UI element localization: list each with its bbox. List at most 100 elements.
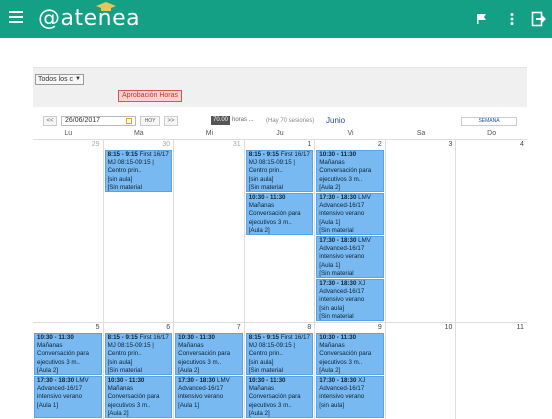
calendar-event[interactable]: 10:30 - 11:30 Mañanas Conversación para e… — [175, 333, 243, 375]
calendar-day-cell[interactable]: 1 8:15 - 9:15 First 16/17 MJ 08:15-09:15 |… — [245, 140, 316, 322]
event-detail: Mañanas — [107, 385, 134, 393]
calendar-event[interactable]: 17:30 - 18:30 LMV Advanced-16/17 intensivo… — [34, 376, 102, 418]
calendar-event[interactable]: 8:15 - 9:15 First 16/17 MJ 08:15-09:15 | … — [104, 150, 173, 192]
calendar-event[interactable]: 10:30 - 11:30 Mañanas Conversación para e… — [245, 193, 314, 235]
calendar-day-cell[interactable]: 3 — [386, 140, 457, 322]
calendar-day-cell[interactable]: 30 8:15 - 9:15 First 16/17 MJ 08:15-09:15 … — [104, 140, 175, 322]
calendar-day-cell[interactable]: 7 10:30 - 11:30 Mañanas Conversación para … — [174, 323, 245, 419]
event-detail: intensivo verano — [178, 393, 224, 401]
calendar-event[interactable]: 10:30 - 11:30 Mañanas Conversación para e… — [104, 376, 173, 418]
event-detail: [Aula 1] — [37, 401, 58, 409]
calendar-day-cell[interactable]: 4 — [456, 140, 527, 322]
weekday-label: Ma — [133, 130, 144, 137]
logo-text: @atenea — [38, 6, 141, 31]
event-detail: [Aula 2] — [37, 366, 58, 374]
event-detail: MJ 08:15-09:15 | Centro prin.. — [107, 159, 154, 175]
calendar-event[interactable]: 8:15 - 9:15 First 16/17 MJ 08:15-09:15 | … — [245, 150, 314, 192]
prev-button[interactable]: << — [43, 116, 57, 126]
event-detail: XJ — [356, 280, 366, 287]
event-detail: Advanced-16/17 — [319, 245, 365, 253]
event-time: 10:30 - 11:30 — [319, 334, 357, 341]
calendar-day-cell[interactable]: 9 10:30 - 11:30 Mañanas Conversación para … — [315, 323, 386, 419]
calendar-day-cell[interactable]: 2 10:30 - 11:30 Mañanas Conversación para … — [315, 140, 386, 322]
event-detail: [Sin material asignado] — [107, 183, 142, 191]
day-number: 31 — [232, 141, 241, 148]
weekday-label: Vi — [347, 130, 354, 137]
calendar-day-cell[interactable]: 29 — [33, 140, 104, 322]
day-number: 9 — [377, 324, 382, 331]
calendar-day-cell[interactable]: 31 — [174, 140, 245, 322]
week-view-button[interactable]: SEMANA — [461, 117, 517, 126]
group-filter-value: Todos los c — [38, 76, 74, 83]
event-time: 17:30 - 18:30 — [37, 377, 75, 384]
calendar-day-cell[interactable]: 6 8:15 - 9:15 First 16/17 MJ 08:15-09:15 |… — [104, 323, 175, 419]
calendar-day-cell[interactable]: 8 8:15 - 9:15 First 16/17 MJ 08:15-09:15 |… — [245, 323, 316, 419]
calendar-event[interactable]: 10:30 - 11:30 Mañanas Conversación para e… — [34, 333, 102, 375]
group-filter-select[interactable]: Todos los c ▼ — [35, 74, 84, 85]
calendar-event[interactable]: 10:30 - 11:30 Mañanas Conversación para e… — [316, 150, 384, 192]
event-detail: intensivo verano — [319, 393, 365, 401]
weekday-label: Mi — [205, 130, 214, 137]
calendar-event[interactable]: 8:15 - 9:15 First 16/17 MJ 08:15-09:15 | … — [245, 333, 314, 375]
weekday-label: Ju — [276, 130, 284, 137]
calendar-day-cell[interactable]: 10 — [386, 323, 457, 419]
event-detail: MJ 08:15-09:15 | Centro prin.. — [107, 342, 154, 358]
day-number: 3 — [448, 141, 453, 148]
event-detail: Conversación para ejecutivos 3 m.. — [248, 393, 301, 409]
event-time: 8:15 - 9:15 — [107, 334, 138, 341]
event-detail: [sin aula] — [107, 175, 133, 183]
next-button[interactable]: >> — [164, 116, 178, 126]
calendar-event[interactable]: 17:30 - 18:30 LMV Advanced-16/17 intensivo… — [175, 376, 243, 418]
more-vert-icon[interactable] — [504, 11, 520, 27]
calendar-event[interactable]: 17:30 - 18:30 XJ Advanced-16/17 intensivo … — [316, 376, 384, 418]
event-detail: First 16/17 — [278, 334, 310, 341]
event-detail: [sin aula] — [248, 358, 274, 366]
chevron-down-icon: ▼ — [75, 76, 81, 82]
calendar-event[interactable]: 17:30 - 18:30 LMV Advanced-16/17 intensivo… — [316, 193, 384, 235]
calendar-event[interactable]: 10:30 - 11:30 Mañanas Conversación para e… — [245, 376, 314, 418]
calendar-week-row: 5 10:30 - 11:30 Mañanas Conversación para … — [33, 322, 527, 419]
event-detail: [Aula 2] — [178, 366, 200, 374]
event-detail: [Aula 2] — [248, 409, 270, 417]
event-detail: [sin aula] — [248, 175, 274, 183]
date-input[interactable]: 26/06/2017 — [61, 116, 136, 126]
event-detail: Conversación para ejecutivos 3 m.. — [319, 167, 372, 183]
calendar-event[interactable]: 17:30 - 18:30 LMV Advanced-16/17 intensivo… — [316, 236, 384, 278]
aprobacion-horas-button[interactable]: Aprobación Horas — [118, 90, 183, 102]
calendar-event[interactable]: 10:30 - 11:30 Mañanas Conversación para e… — [316, 333, 384, 375]
date-value: 26/06/2017 — [65, 117, 101, 124]
event-detail: [Aula 2] — [319, 183, 341, 191]
event-detail: [Sin material asignado] — [248, 183, 284, 191]
event-detail: LMV — [356, 237, 371, 244]
logo: @atenea — [38, 2, 141, 31]
event-time: 17:30 - 18:30 — [319, 280, 357, 287]
flag-icon[interactable] — [474, 11, 490, 27]
event-detail: intensivo verano — [319, 210, 365, 218]
calendar-icon[interactable] — [126, 118, 132, 124]
event-detail: [Sin material asignado] — [107, 366, 142, 374]
event-detail: [Sin material asignado] — [319, 269, 354, 277]
calendar-event[interactable]: 17:30 - 18:30 XJ Advanced-16/17 intensivo … — [316, 279, 384, 321]
logout-icon[interactable] — [531, 11, 547, 27]
event-detail: [sin aula] — [319, 304, 345, 312]
event-detail: [Aula 2] — [319, 366, 341, 374]
calendar-day-cell[interactable]: 11 — [456, 323, 527, 419]
event-detail: intensivo verano — [319, 253, 365, 261]
weekday-label: Sa — [416, 130, 426, 137]
calendar-event[interactable]: 8:15 - 9:15 First 16/17 MJ 08:15-09:15 | … — [104, 333, 173, 375]
event-detail: Mañanas — [248, 385, 275, 393]
event-time: 10:30 - 11:30 — [107, 377, 145, 384]
day-number: 2 — [377, 141, 382, 148]
today-button[interactable]: HOY — [140, 116, 160, 126]
event-detail: Conversación para ejecutivos 3 m.. — [248, 210, 301, 226]
day-number: 10 — [444, 324, 453, 331]
menu-icon[interactable] — [9, 11, 23, 25]
event-detail: Mañanas — [319, 159, 345, 167]
event-detail: [Sin material asignado] — [319, 226, 354, 234]
event-detail: Advanced-16/17 — [319, 385, 365, 393]
event-detail: First 16/17 — [278, 151, 310, 158]
event-time: 17:30 - 18:30 — [319, 377, 357, 384]
event-detail: [sin aula] — [319, 401, 345, 409]
calendar-day-cell[interactable]: 5 10:30 - 11:30 Mañanas Conversación para … — [33, 323, 104, 419]
event-detail: Conversación para ejecutivos 3 m.. — [319, 350, 372, 366]
